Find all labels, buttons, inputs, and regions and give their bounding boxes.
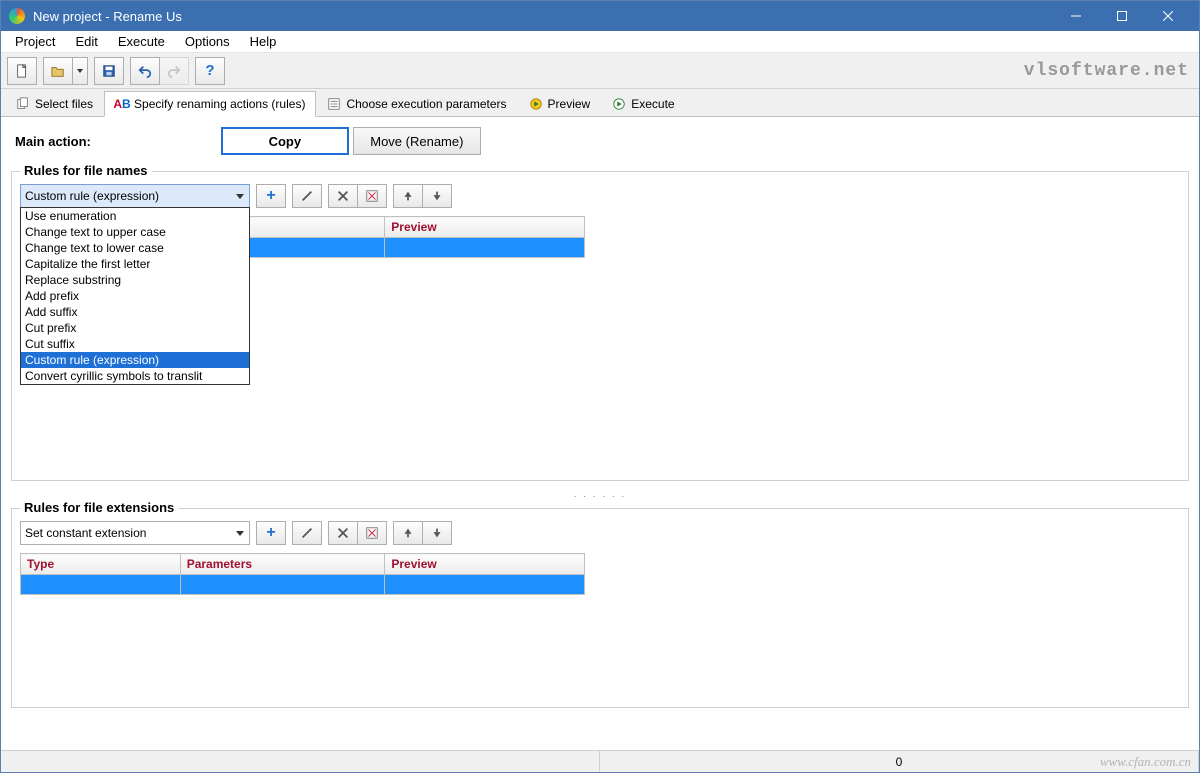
rename-icon: AB xyxy=(115,97,129,111)
chevron-down-icon xyxy=(235,528,245,538)
help-button[interactable]: ? xyxy=(195,57,225,85)
menubar: Project Edit Execute Options Help xyxy=(1,31,1199,53)
dropdown-option[interactable]: Cut prefix xyxy=(21,320,249,336)
col-preview: Preview xyxy=(385,217,585,238)
main-action-label: Main action: xyxy=(15,134,91,149)
dropdown-option[interactable]: Replace substring xyxy=(21,272,249,288)
params-icon xyxy=(327,97,341,111)
add-rule-button[interactable]: + xyxy=(256,184,286,208)
save-button[interactable] xyxy=(94,57,124,85)
clear-rules-button[interactable] xyxy=(357,184,387,208)
dropdown-option[interactable]: Add prefix xyxy=(21,288,249,304)
tab-label: Choose execution parameters xyxy=(346,97,506,111)
close-button[interactable] xyxy=(1145,1,1191,31)
menu-edit[interactable]: Edit xyxy=(65,32,107,51)
maximize-button[interactable] xyxy=(1099,1,1145,31)
status-segment xyxy=(1,751,600,772)
dropdown-selected: Set constant extension xyxy=(25,526,146,540)
move-down-button[interactable] xyxy=(422,184,452,208)
execute-icon xyxy=(612,97,626,111)
dropdown-option[interactable]: Add suffix xyxy=(21,304,249,320)
col-parameters: Parameters xyxy=(180,554,385,575)
tab-execute[interactable]: Execute xyxy=(601,90,685,116)
table-row[interactable] xyxy=(21,575,585,595)
ext-rule-type-dropdown[interactable]: Set constant extension xyxy=(20,521,250,545)
tab-execution-params[interactable]: Choose execution parameters xyxy=(316,90,517,116)
dropdown-option[interactable]: Convert cyrillic symbols to translit xyxy=(21,368,249,384)
splitter[interactable]: . . . . . . xyxy=(1,487,1199,502)
dropdown-option[interactable]: Change text to lower case xyxy=(21,240,249,256)
tab-label: Execute xyxy=(631,97,674,111)
rules-table-ext: Type Parameters Preview xyxy=(20,553,585,595)
dropdown-selected: Custom rule (expression) xyxy=(25,189,159,203)
menu-help[interactable]: Help xyxy=(240,32,287,51)
move-button[interactable]: Move (Rename) xyxy=(353,127,481,155)
group-title: Rules for file extensions xyxy=(20,500,178,515)
menu-execute[interactable]: Execute xyxy=(108,32,175,51)
undo-button[interactable] xyxy=(130,57,160,85)
tab-label: Specify renaming actions (rules) xyxy=(134,97,305,111)
preview-icon xyxy=(529,97,543,111)
delete-rule-button[interactable] xyxy=(328,184,358,208)
redo-button xyxy=(159,57,189,85)
move-up-button[interactable] xyxy=(393,521,423,545)
menu-options[interactable]: Options xyxy=(175,32,240,51)
window-title: New project - Rename Us xyxy=(33,9,1053,24)
main-action-row: Main action: Copy Move (Rename) xyxy=(1,117,1199,165)
files-icon xyxy=(16,97,30,111)
delete-rule-button[interactable] xyxy=(328,521,358,545)
move-up-button[interactable] xyxy=(393,184,423,208)
tab-specify-actions[interactable]: AB Specify renaming actions (rules) xyxy=(104,91,316,117)
toolbar: ? vlsoftware.net xyxy=(1,53,1199,89)
tab-select-files[interactable]: Select files xyxy=(5,90,104,116)
add-rule-button[interactable]: + xyxy=(256,521,286,545)
app-icon xyxy=(9,8,25,24)
edit-rule-button[interactable] xyxy=(292,184,322,208)
tab-bar: Select files AB Specify renaming actions… xyxy=(1,89,1199,117)
dropdown-option[interactable]: Cut suffix xyxy=(21,336,249,352)
watermark: www.cfan.com.cn xyxy=(1100,754,1191,770)
col-type: Type xyxy=(21,554,181,575)
copy-button[interactable]: Copy xyxy=(221,127,349,155)
menu-project[interactable]: Project xyxy=(5,32,65,51)
dropdown-option[interactable]: Use enumeration xyxy=(21,208,249,224)
titlebar: New project - Rename Us xyxy=(1,1,1199,31)
branding-text: vlsoftware.net xyxy=(1024,61,1189,81)
table-header-row: Type Parameters Preview xyxy=(21,554,585,575)
dropdown-option[interactable]: Custom rule (expression) xyxy=(21,352,249,368)
group-file-names: Rules for file names Custom rule (expres… xyxy=(11,171,1189,481)
group-file-extensions: Rules for file extensions Set constant e… xyxy=(11,508,1189,708)
tab-label: Select files xyxy=(35,97,93,111)
edit-rule-button[interactable] xyxy=(292,521,322,545)
clear-rules-button[interactable] xyxy=(357,521,387,545)
dropdown-option[interactable]: Change text to upper case xyxy=(21,224,249,240)
dropdown-list[interactable]: Use enumeration Change text to upper cas… xyxy=(20,207,250,385)
group-title: Rules for file names xyxy=(20,163,152,178)
status-bar: 0 xyxy=(1,750,1199,772)
chevron-down-icon xyxy=(235,191,245,201)
rule-type-dropdown[interactable]: Custom rule (expression) Use enumeration… xyxy=(20,184,250,208)
tab-preview[interactable]: Preview xyxy=(518,90,602,116)
move-down-button[interactable] xyxy=(422,521,452,545)
new-button[interactable] xyxy=(7,57,37,85)
tab-label: Preview xyxy=(548,97,591,111)
open-dropdown-button[interactable] xyxy=(72,57,88,85)
minimize-button[interactable] xyxy=(1053,1,1099,31)
dropdown-option[interactable]: Capitalize the first letter xyxy=(21,256,249,272)
col-preview: Preview xyxy=(385,554,585,575)
open-button[interactable] xyxy=(43,57,73,85)
